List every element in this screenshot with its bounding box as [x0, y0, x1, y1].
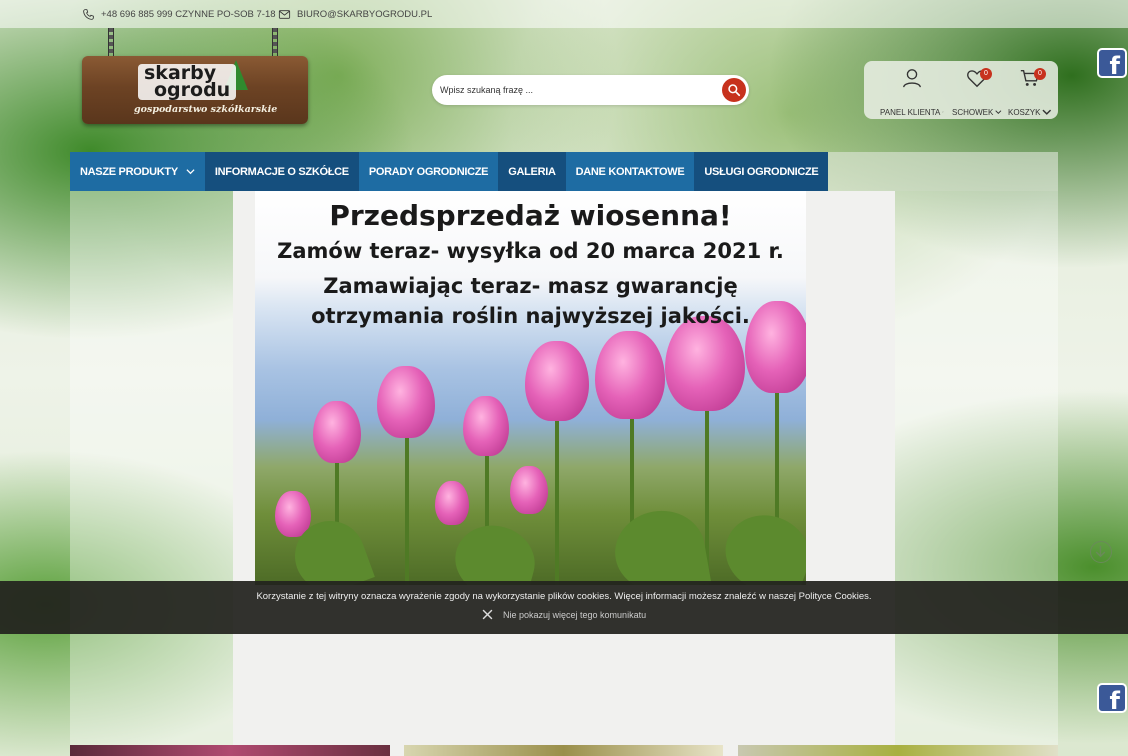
product-thumbnail[interactable]	[738, 745, 1058, 756]
cookie-dismiss-button[interactable]: Nie pokazuj więcej tego komunikatu	[482, 609, 646, 620]
search-input[interactable]	[440, 82, 710, 98]
product-thumbnail[interactable]	[70, 745, 390, 756]
cart-count-badge: 0	[1034, 68, 1046, 80]
logo-tagline: gospodarstwo szkółkarskie	[134, 104, 278, 115]
nav-item-products[interactable]: NASZE PRODUKTY	[70, 152, 205, 191]
nav-item-contact[interactable]: DANE KONTAKTOWE	[565, 152, 695, 191]
product-thumbnail[interactable]	[404, 745, 723, 756]
phone-text: +48 696 885 999 CZYNNE PO-SOB 7-18	[101, 9, 276, 20]
facebook-icon[interactable]: f	[1097, 48, 1127, 80]
user-icon	[903, 69, 921, 88]
email-contact[interactable]: BIURO@SKARBYOGRODU.PL	[278, 8, 432, 21]
wishlist-link[interactable]: 0 SCHOWEK	[952, 67, 1002, 123]
cookie-consent-bar: Korzystanie z tej witryny oznacza wyraże…	[0, 581, 1128, 634]
account-panel: PANEL KLIENTA 0 SCHOWEK 0 KOSZYK	[864, 61, 1058, 119]
chevron-down-icon	[995, 110, 1002, 115]
nav-item-garden-tips[interactable]: PORADY OGRODNICZE	[358, 152, 499, 191]
mail-icon	[278, 10, 291, 19]
chevron-down-icon	[186, 169, 195, 175]
nav-item-services[interactable]: USŁUGI OGRODNICZE	[694, 152, 829, 191]
phone-icon	[83, 9, 94, 20]
chevron-down-icon	[942, 111, 944, 113]
email-text: BIURO@SKARBYOGRODU.PL	[297, 9, 433, 20]
client-panel-link[interactable]: PANEL KLIENTA	[880, 67, 944, 123]
logo-name: skarby ogrodu	[138, 64, 237, 100]
scroll-down-icon[interactable]	[1090, 541, 1112, 563]
promo-banner[interactable]: Przedsprzedaż wiosenna! Zamów teraz- wys…	[255, 191, 806, 585]
cookie-message: Korzystanie z tej witryny oznacza wyraże…	[256, 591, 872, 602]
logo-sign: skarby ogrodu gospodarstwo szkółkarskie	[82, 56, 308, 124]
nav-item-nursery-info[interactable]: INFORMACJE O SZKÓŁCE	[204, 152, 359, 191]
site-logo[interactable]: skarby ogrodu gospodarstwo szkółkarskie	[82, 28, 308, 126]
nav-item-gallery[interactable]: GALERIA	[498, 152, 566, 191]
logo-chain-left	[108, 28, 114, 58]
banner-title: Przedsprzedaż wiosenna!	[329, 199, 732, 232]
search-button[interactable]	[722, 78, 746, 102]
wishlist-count-badge: 0	[980, 68, 992, 80]
cart-link[interactable]: 0 KOSZYK	[1008, 67, 1052, 123]
main-navigation: NASZE PRODUKTY INFORMACJE O SZKÓŁCE PORA…	[70, 152, 1058, 191]
logo-chain-right	[272, 28, 278, 58]
banner-shipping-date: Zamów teraz- wysyłka od 20 marca 2021 r.	[277, 239, 784, 263]
search-icon	[728, 84, 741, 97]
facebook-icon[interactable]: f	[1097, 683, 1127, 715]
top-info-bar: +48 696 885 999 CZYNNE PO-SOB 7-18 BIURO…	[0, 0, 1128, 28]
phone-contact[interactable]: +48 696 885 999 CZYNNE PO-SOB 7-18	[82, 8, 276, 21]
banner-quality-note: Zamawiając teraz- masz gwarancję otrzyma…	[311, 274, 750, 328]
chevron-down-icon	[1042, 109, 1052, 115]
arrow-down-icon	[1095, 545, 1106, 558]
search-bar	[432, 75, 749, 105]
close-icon	[482, 609, 493, 620]
